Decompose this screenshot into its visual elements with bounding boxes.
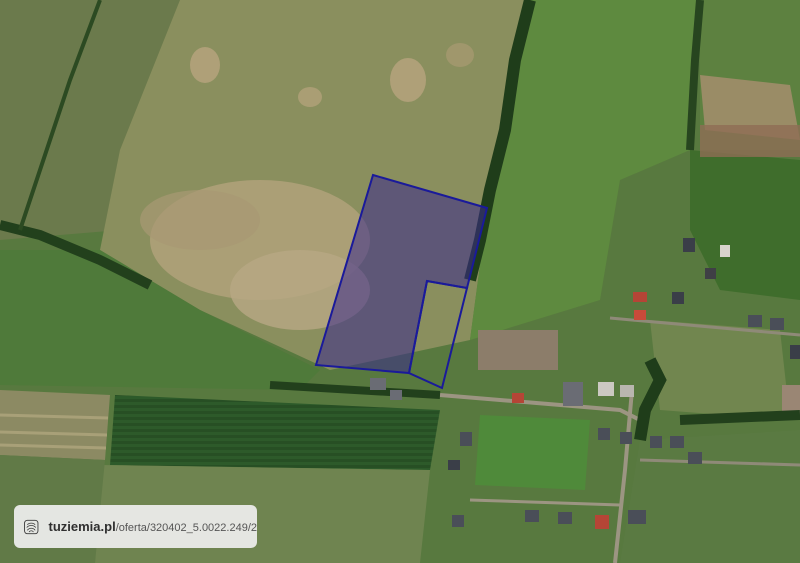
watermark-domain: tuziemia.pl [48, 519, 116, 534]
satellite-map[interactable]: tuziemia.pl/oferta/320402_5.0022.249/2 [0, 0, 800, 563]
bare-lot [478, 330, 558, 370]
fingerprint-icon [24, 519, 39, 534]
watermark-text: tuziemia.pl/oferta/320402_5.0022.249/2 [49, 519, 257, 534]
aerial-imagery [0, 0, 800, 563]
watermark-path: /oferta/320402_5.0022.249/2 [115, 522, 257, 534]
watermark-badge[interactable]: tuziemia.pl/oferta/320402_5.0022.249/2 [14, 505, 257, 548]
